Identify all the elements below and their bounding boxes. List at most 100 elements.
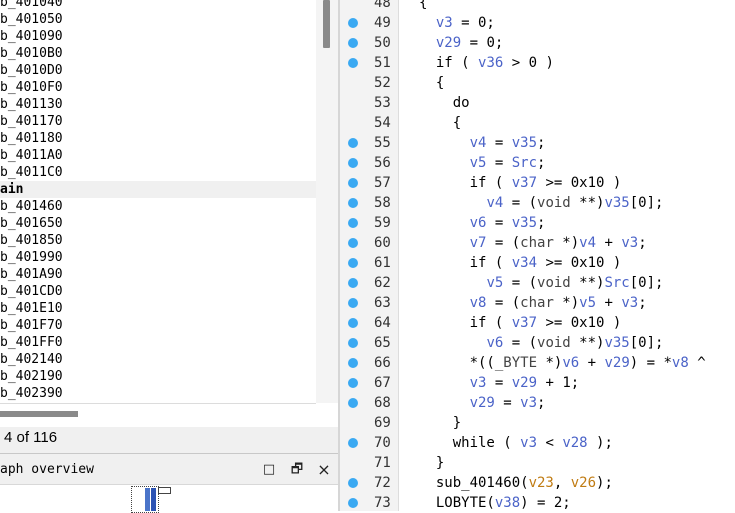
code-line[interactable]: 66 *((_BYTE *)v6 + v29) = *v8 ^ xyxy=(340,353,735,373)
breakpoint-dot-icon[interactable] xyxy=(348,498,358,508)
variable-token[interactable]: v38 xyxy=(495,495,520,511)
code-line[interactable]: 73 LOBYTE(v38) = 2; xyxy=(340,493,735,511)
function-list-item[interactable]: b_402390 xyxy=(0,385,316,402)
code-line[interactable]: 70 while ( v3 < v28 ); xyxy=(340,433,735,453)
variable-token[interactable]: Src xyxy=(604,275,629,291)
breakpoint-dot-icon[interactable] xyxy=(348,38,358,48)
variable-token[interactable]: v5 xyxy=(486,275,503,291)
code-text[interactable]: { xyxy=(419,0,427,13)
variable-token[interactable]: v3 xyxy=(621,295,638,311)
code-line[interactable]: 48 { xyxy=(340,0,735,13)
function-list-item[interactable]: b_401650 xyxy=(0,215,316,232)
variable-token[interactable]: v4 xyxy=(470,135,487,151)
function-list-vertical-scrollbar[interactable] xyxy=(316,0,338,403)
code-line[interactable]: 51 if ( v36 > 0 ) xyxy=(340,53,735,73)
code-line[interactable]: 52 { xyxy=(340,73,735,93)
function-list-item[interactable]: b_401FF0 xyxy=(0,334,316,351)
function-list-item[interactable]: b_401A90 xyxy=(0,266,316,283)
function-list-item[interactable]: b_401850 xyxy=(0,232,316,249)
code-line[interactable]: 67 v3 = v29 + 1; xyxy=(340,373,735,393)
code-line[interactable]: 69 } xyxy=(340,413,735,433)
breakpoint-dot-icon[interactable] xyxy=(348,198,358,208)
variable-token[interactable]: v35 xyxy=(512,135,537,151)
function-list-scroll-thumb[interactable] xyxy=(323,0,330,48)
code-text[interactable]: if ( v34 >= 0x10 ) xyxy=(419,253,622,273)
code-text[interactable]: while ( v3 < v28 ); xyxy=(419,433,613,453)
variable-token[interactable]: v4 xyxy=(579,235,596,251)
code-line[interactable]: 57 if ( v37 >= 0x10 ) xyxy=(340,173,735,193)
code-text[interactable]: { xyxy=(419,113,461,133)
argument-token[interactable]: v26 xyxy=(571,475,596,491)
variable-token[interactable]: v3 xyxy=(520,435,537,451)
maximize-icon[interactable]: □ xyxy=(261,462,277,478)
breakpoint-dot-icon[interactable] xyxy=(348,58,358,68)
function-list-item[interactable]: b_402190 xyxy=(0,368,316,385)
code-line[interactable]: 58 v4 = (void **)v35[0]; xyxy=(340,193,735,213)
function-list-item[interactable]: ain xyxy=(0,181,316,198)
function-list-hscroll-thumb[interactable] xyxy=(0,411,78,417)
breakpoint-dot-icon[interactable] xyxy=(348,338,358,348)
code-line[interactable]: 60 v7 = (char *)v4 + v3; xyxy=(340,233,735,253)
code-text[interactable]: v4 = (void **)v35[0]; xyxy=(419,193,663,213)
code-text[interactable]: v6 = v35; xyxy=(419,213,546,233)
breakpoint-dot-icon[interactable] xyxy=(348,398,358,408)
code-line[interactable]: 53 do xyxy=(340,93,735,113)
argument-token[interactable]: v23 xyxy=(529,475,554,491)
code-text[interactable]: v5 = (void **)Src[0]; xyxy=(419,273,663,293)
function-list-item[interactable]: b_4011A0 xyxy=(0,147,316,164)
code-text[interactable]: sub_401460(v23, v26); xyxy=(419,473,613,493)
variable-token[interactable]: v7 xyxy=(470,235,487,251)
code-line[interactable]: 54 { xyxy=(340,113,735,133)
code-text[interactable]: v4 = v35; xyxy=(419,133,546,153)
code-text[interactable]: } xyxy=(419,453,444,473)
variable-token[interactable]: v8 xyxy=(672,355,689,371)
code-text[interactable]: if ( v37 >= 0x10 ) xyxy=(419,173,622,193)
variable-token[interactable]: v37 xyxy=(512,315,537,331)
code-line[interactable]: 63 v8 = (char *)v5 + v3; xyxy=(340,293,735,313)
code-text[interactable]: v7 = (char *)v4 + v3; xyxy=(419,233,647,253)
code-line[interactable]: 62 v5 = (void **)Src[0]; xyxy=(340,273,735,293)
breakpoint-dot-icon[interactable] xyxy=(348,378,358,388)
variable-token[interactable]: v5 xyxy=(470,155,487,171)
code-line[interactable]: 65 v6 = (void **)v35[0]; xyxy=(340,333,735,353)
variable-token[interactable]: v6 xyxy=(486,335,503,351)
code-text[interactable]: if ( v36 > 0 ) xyxy=(419,53,554,73)
variable-token[interactable]: v4 xyxy=(486,195,503,211)
code-text[interactable]: } xyxy=(419,413,461,433)
function-list[interactable]: b_401040 b_401050 b_401090 b_4010B0 b_4010D0… xyxy=(0,0,316,403)
function-list-item[interactable]: b_4011C0 xyxy=(0,164,316,181)
variable-token[interactable]: v29 xyxy=(436,35,461,51)
restore-icon[interactable]: 🗗 xyxy=(289,462,305,478)
code-text[interactable]: v29 = 0; xyxy=(419,33,503,53)
variable-token[interactable]: v6 xyxy=(470,215,487,231)
breakpoint-dot-icon[interactable] xyxy=(348,298,358,308)
variable-token[interactable]: v36 xyxy=(478,55,503,71)
variable-token[interactable]: v3 xyxy=(470,375,487,391)
code-line[interactable]: 64 if ( v37 >= 0x10 ) xyxy=(340,313,735,333)
variable-token[interactable]: v29 xyxy=(604,355,629,371)
code-text[interactable]: do xyxy=(419,93,470,113)
variable-token[interactable]: v3 xyxy=(621,235,638,251)
code-line[interactable]: 59 v6 = v35; xyxy=(340,213,735,233)
code-text[interactable]: { xyxy=(419,73,444,93)
variable-token[interactable]: v29 xyxy=(470,395,495,411)
breakpoint-dot-icon[interactable] xyxy=(348,278,358,288)
function-list-item[interactable]: b_4010F0 xyxy=(0,79,316,96)
function-list-item[interactable]: b_401990 xyxy=(0,249,316,266)
variable-token[interactable]: v29 xyxy=(512,375,537,391)
function-list-item[interactable]: b_4010D0 xyxy=(0,62,316,79)
function-list-item[interactable]: b_401170 xyxy=(0,113,316,130)
function-list-item[interactable]: b_401180 xyxy=(0,130,316,147)
breakpoint-dot-icon[interactable] xyxy=(348,478,358,488)
code-line[interactable]: 55 v4 = v35; xyxy=(340,133,735,153)
variable-token[interactable]: v3 xyxy=(520,395,537,411)
code-text[interactable]: v8 = (char *)v5 + v3; xyxy=(419,293,647,313)
code-text[interactable]: *((_BYTE *)v6 + v29) = *v8 ^ xyxy=(419,353,706,373)
variable-token[interactable]: v8 xyxy=(470,295,487,311)
function-list-item[interactable]: b_401040 xyxy=(0,0,316,11)
breakpoint-dot-icon[interactable] xyxy=(348,318,358,328)
code-line[interactable]: 61 if ( v34 >= 0x10 ) xyxy=(340,253,735,273)
breakpoint-dot-icon[interactable] xyxy=(348,438,358,448)
breakpoint-dot-icon[interactable] xyxy=(348,238,358,248)
breakpoint-dot-icon[interactable] xyxy=(348,218,358,228)
